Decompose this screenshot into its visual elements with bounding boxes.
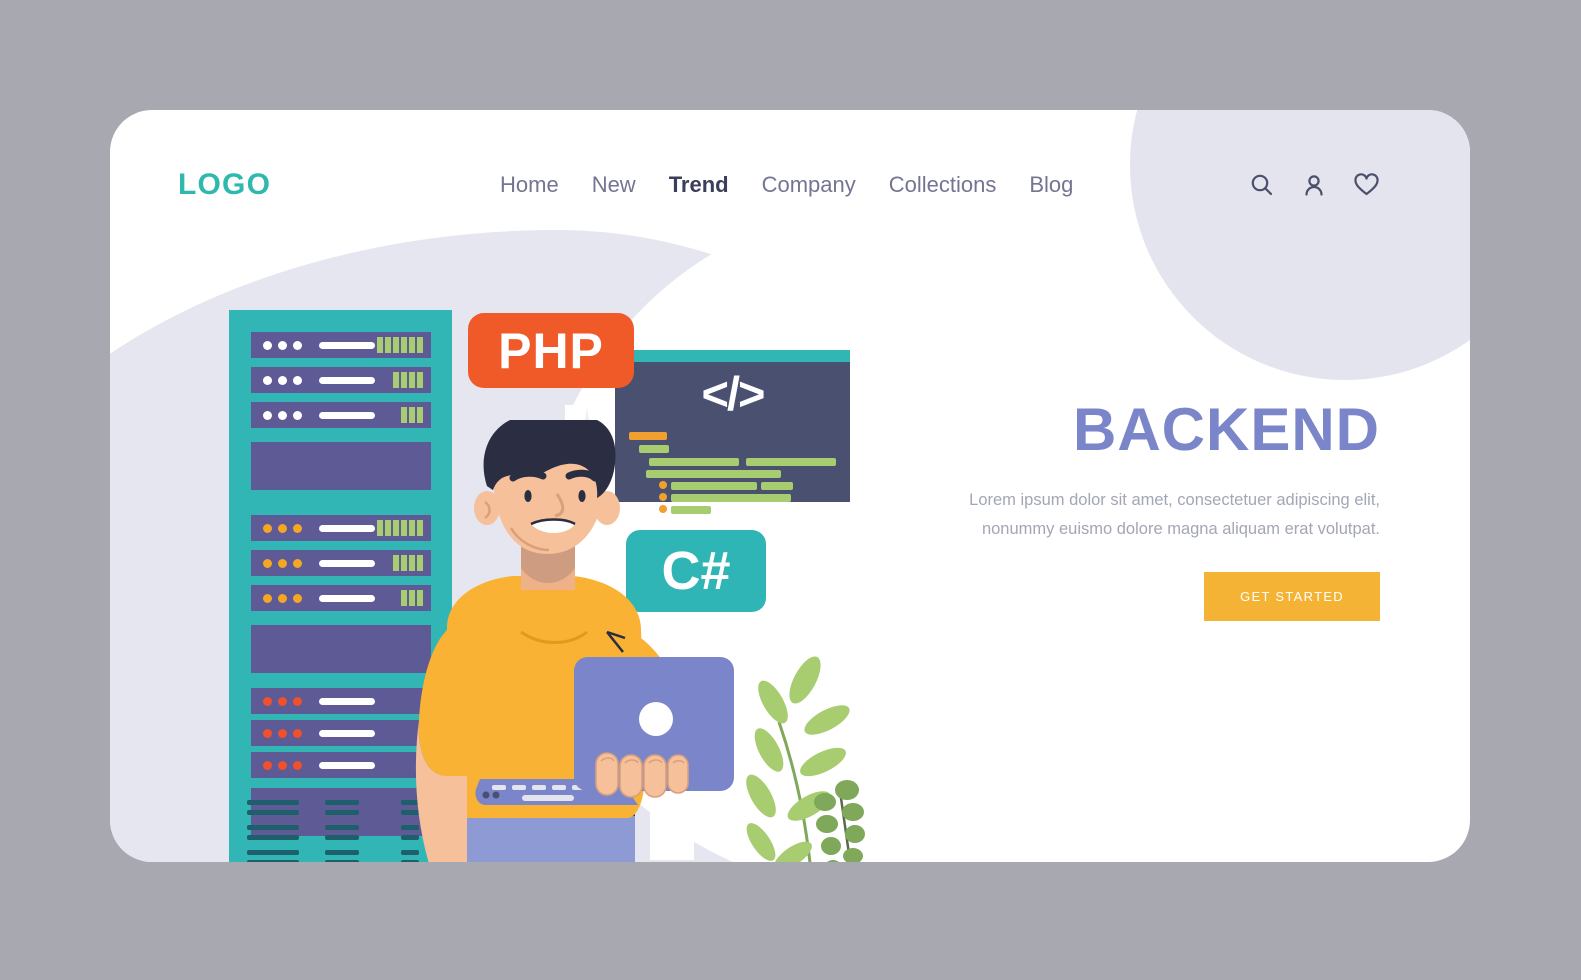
csharp-badge: C# <box>626 530 766 612</box>
rack-vent-group <box>247 800 299 862</box>
sparkle-icon <box>650 800 694 860</box>
rack-row <box>251 688 431 714</box>
nav-item-collections[interactable]: Collections <box>889 172 997 198</box>
developer-character <box>415 420 726 862</box>
hero-content: BACKEND Lorem ipsum dolor sit amet, cons… <box>950 396 1380 622</box>
rack-row <box>251 367 431 393</box>
rack-blank-panel <box>251 625 431 673</box>
rack-row <box>251 515 431 541</box>
nav-item-blog[interactable]: Blog <box>1029 172 1073 198</box>
rack-row <box>251 720 431 746</box>
rack-row <box>251 402 431 428</box>
nav-item-company[interactable]: Company <box>762 172 856 198</box>
rack-row <box>251 585 431 611</box>
code-editor-window: </> <box>615 350 850 514</box>
code-window-title-bar <box>615 350 850 362</box>
rack-blank-panel <box>251 788 431 836</box>
rack-row <box>251 550 431 576</box>
nav-item-new[interactable]: New <box>592 172 636 198</box>
rack-blank-panel <box>251 442 431 490</box>
nav-item-home[interactable]: Home <box>500 172 559 198</box>
heart-icon[interactable] <box>1353 172 1380 198</box>
hero-description: Lorem ipsum dolor sit amet, consectetuer… <box>969 491 1380 539</box>
rack-row <box>251 332 431 358</box>
rack-row <box>251 752 431 778</box>
nav-item-trend[interactable]: Trend <box>669 172 729 198</box>
rack-vent-group <box>325 800 359 862</box>
php-badge: PHP <box>468 313 634 388</box>
decorative-plant <box>746 656 865 862</box>
site-logo[interactable]: LOGO <box>178 168 271 202</box>
main-navigation: Home New Trend Company Collections Blog <box>500 172 1073 198</box>
decorative-blob-main <box>110 230 1050 862</box>
search-icon[interactable] <box>1249 172 1275 198</box>
laptop <box>475 657 734 805</box>
site-header: LOGO Home New Trend Company Collections … <box>110 110 1470 260</box>
sparkle-icon <box>790 550 828 602</box>
page-title: BACKEND <box>1073 396 1380 463</box>
server-rack <box>229 310 452 862</box>
landing-page-card: LOGO Home New Trend Company Collections … <box>110 110 1470 862</box>
get-started-button[interactable]: GET STARTED <box>1204 572 1380 622</box>
sparkle-icon <box>565 405 609 465</box>
rack-vent-group <box>401 800 419 862</box>
user-icon[interactable] <box>1301 172 1327 198</box>
code-tag-glyph: </> <box>701 367 766 420</box>
header-icon-group <box>1249 172 1380 198</box>
